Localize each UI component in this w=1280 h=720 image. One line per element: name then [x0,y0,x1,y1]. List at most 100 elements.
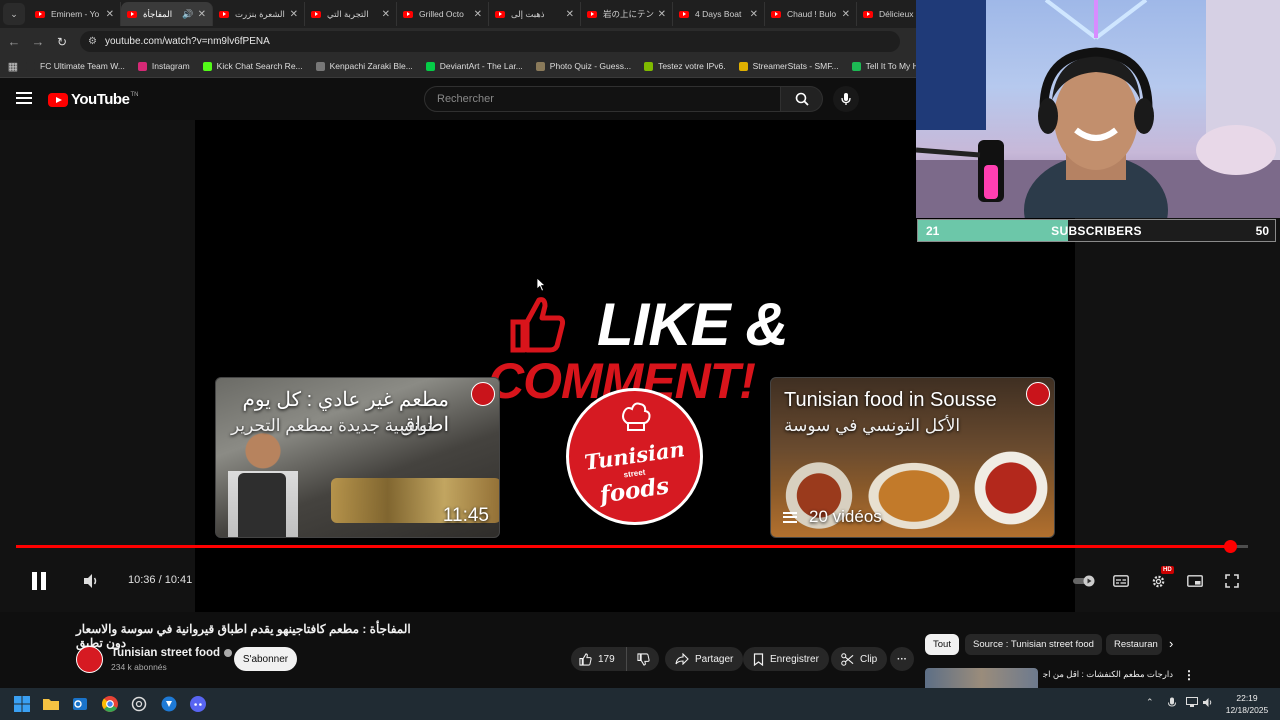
chips-next-arrow-icon[interactable]: › [1169,636,1185,652]
apps-grid-icon[interactable]: ▦ [0,60,26,73]
channel-name: Tunisian street food [111,647,221,659]
bookmark-item[interactable]: StreamerStats - SMF... [738,61,839,71]
browser-tab[interactable]: المفاجأة 🔊 ✕ [121,2,213,26]
pause-button[interactable] [31,572,47,590]
chip-source-channel[interactable]: Source : Tunisian street food [965,634,1102,655]
channel-name-link[interactable]: Tunisian street food [111,647,233,659]
discord-icon[interactable] [189,695,207,713]
browser-tab[interactable]: الشعرة بنزرت ✕ [213,2,305,26]
fullscreen-button[interactable] [1222,571,1242,591]
subscriber-goal-bar: 21 SUBSCRIBERS 50 [917,219,1276,242]
more-actions-button[interactable]: ··· [890,647,914,671]
browser-tab[interactable]: 岩の上にテン ✕ [581,2,673,26]
browser-tab[interactable]: التجربة التي ✕ [305,2,397,26]
player-side-panel-left [0,120,195,612]
bookmark-item[interactable]: Testez votre IPv6. [644,61,726,71]
bookmark-favicon-icon [425,61,435,71]
chef-hat-icon [622,402,651,431]
seek-bar-scrubber[interactable] [1223,540,1237,553]
search-placeholder: Rechercher [437,93,494,105]
tab-audio-icon[interactable]: 🔊 [182,9,193,20]
taskbar-clock[interactable]: 22:19 12/18/2025 [1222,692,1272,716]
like-count: 179 [598,653,615,665]
clip-label: Clip [860,653,878,665]
seek-bar[interactable] [16,540,1248,553]
tray-microphone-icon[interactable] [1167,697,1177,709]
tray-volume-icon[interactable] [1202,697,1214,708]
youtube-favicon-icon [495,10,505,18]
bookmark-item[interactable]: DeviantArt - The Lar... [425,61,523,71]
menu-icon[interactable] [16,92,32,104]
bookmark-item[interactable]: FC Ultimate Team W... [26,61,125,71]
bookmark-item[interactable]: Kick Chat Search Re... [202,61,303,71]
streamer-webcam [916,0,1280,218]
tab-search-button[interactable]: ⌄ [3,3,25,25]
url-field[interactable]: ⚙ youtube.com/watch?v=nm9lv6fPENA [80,31,900,52]
tab-close-icon[interactable]: ✕ [842,9,850,20]
settings-button[interactable] [1148,571,1168,591]
share-label: Partager [695,653,734,665]
browser-tab[interactable]: 4 Days Boat ✕ [673,2,765,26]
app-blue-icon[interactable] [160,695,178,713]
share-button[interactable]: Partager [665,647,744,671]
hd-badge: HD [1161,566,1174,574]
outlook-icon[interactable] [71,695,89,713]
youtube-country-code: TN [130,91,139,98]
like-button[interactable]: 179 [571,647,627,671]
save-button[interactable]: Enregistrer [743,647,829,671]
forward-button[interactable]: → [26,34,50,49]
bookmark-item[interactable]: Kenpachi Zaraki Ble... [315,61,413,71]
miniplayer-icon [1187,575,1203,587]
recommended-more-icon[interactable]: ⋮ [1183,668,1195,682]
recommended-video-thumbnail[interactable] [925,668,1038,688]
chip-restaurant[interactable]: Restauran [1106,634,1162,655]
miniplayer-button[interactable] [1185,571,1205,591]
browser-tab[interactable]: ذهبت إلى ✕ [489,2,581,26]
subscriber-label: SUBSCRIBERS [1051,224,1142,238]
bookmark-label: Kenpachi Zaraki Ble... [329,61,413,71]
voice-search-button[interactable] [833,86,859,112]
chip-all[interactable]: Tout [925,634,959,655]
tray-chevron-icon[interactable]: ⌃ [1146,697,1154,708]
recommended-video-title[interactable]: دارجات مطعم الكنفشات : اقل من اجل [1043,668,1173,688]
dislike-button[interactable] [627,647,659,671]
bookmark-item[interactable]: Instagram [137,61,190,71]
chatgpt-icon[interactable] [130,695,148,713]
clip-button[interactable]: Clip [831,647,888,671]
chrome-icon[interactable] [101,695,119,713]
volume-icon[interactable] [82,572,100,590]
channel-avatar[interactable] [76,646,103,673]
endscreen-video-card[interactable]: مطعم غير عادي : كل يوم اطباق تونسية جديد… [215,377,500,538]
dislike-icon [636,652,650,666]
channel-subscribe-logo[interactable]: Tunisian street foods [566,388,703,525]
autoplay-toggle[interactable] [1073,571,1095,591]
tray-network-icon[interactable] [1186,697,1198,708]
tab-close-icon[interactable]: ✕ [106,9,114,20]
search-button[interactable] [781,86,823,112]
endscreen-playlist-card[interactable]: Tunisian food in Sousse الأكل التونسي في… [770,377,1055,538]
browser-tab[interactable]: Eminem - Yo ✕ [29,2,121,26]
browser-tab[interactable]: Chaud ! Bulo ✕ [765,2,857,26]
bookmark-favicon-icon [535,61,545,71]
tab-close-icon[interactable]: ✕ [474,9,482,20]
back-button[interactable]: ← [2,34,26,49]
tab-close-icon[interactable]: ✕ [198,9,206,20]
tab-close-icon[interactable]: ✕ [658,9,666,20]
subtitles-button[interactable] [1111,571,1131,591]
youtube-logo[interactable]: YouTube TN [48,91,138,108]
file-explorer-icon[interactable] [42,695,60,713]
tab-close-icon[interactable]: ✕ [382,9,390,20]
browser-tab[interactable]: Grilled Octo ✕ [397,2,489,26]
reload-button[interactable]: ↻ [50,35,74,49]
bookmark-favicon-icon [202,61,212,71]
windows-start-icon[interactable] [13,695,31,713]
tab-close-icon[interactable]: ✕ [750,9,758,20]
bookmark-label: DeviantArt - The Lar... [439,61,523,71]
search-input[interactable]: Rechercher [424,86,781,112]
subscribe-button[interactable]: S'abonner [234,647,297,671]
tab-close-icon[interactable]: ✕ [566,9,574,20]
channel-subscriber-count: 234 k abonnés [111,662,167,672]
bookmark-item[interactable]: Photo Quiz - Guess... [535,61,631,71]
site-info-icon[interactable]: ⚙ [88,36,97,47]
tab-close-icon[interactable]: ✕ [290,9,298,20]
